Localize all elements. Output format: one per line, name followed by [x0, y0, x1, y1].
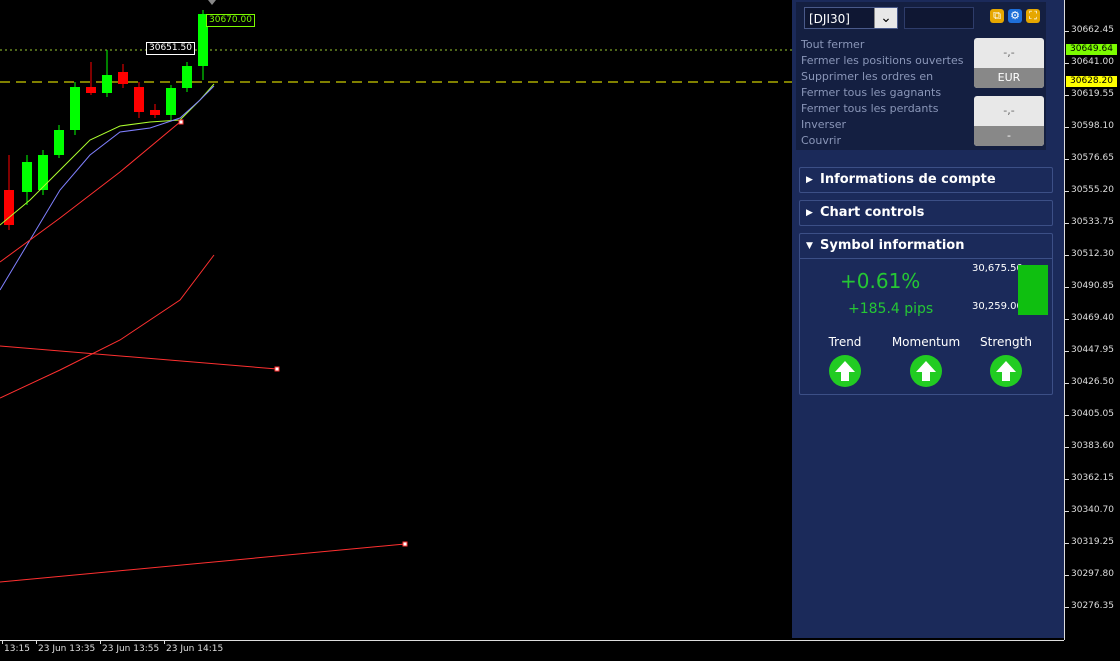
last-price-label: 30670.00 — [206, 14, 255, 27]
points-box: -,- - — [974, 96, 1044, 146]
section-chart-controls-title: Chart controls — [820, 205, 925, 220]
section-symbol-info[interactable]: ▼ Symbol information +0.61% +185.4 pips 3… — [799, 233, 1053, 395]
up-arrow-icon — [910, 355, 942, 387]
range-bar-fill — [1018, 265, 1048, 315]
copy-icon[interactable]: ⧉ — [990, 9, 1004, 23]
price-tick-label: 30576.65 — [1065, 153, 1114, 163]
points-value: -,- — [1003, 104, 1015, 117]
profit-value: -,- — [1003, 46, 1015, 59]
caret-down-icon: ▼ — [806, 241, 813, 251]
change-pips: +185.4 pips — [848, 301, 934, 317]
price-tick-label: 30641.00 — [1065, 57, 1114, 67]
trend-anchor-point — [178, 119, 184, 125]
gear-icon[interactable]: ⚙ — [1008, 9, 1022, 23]
price-tick-label: 30490.85 — [1065, 281, 1114, 291]
range-low: 30,259.00 — [972, 301, 1023, 312]
trade-panel: [DJI30] ⌄ ⧉ ⚙ ⛶ Tout fermer Fermer les p… — [792, 0, 1064, 638]
price-tick-label: 30276.35 — [1065, 601, 1114, 611]
price-tick-label: 30340.70 — [1065, 505, 1114, 515]
candle-body — [86, 87, 96, 93]
price-tick-label: 30426.50 — [1065, 377, 1114, 387]
price-tick-label: 30619.55 — [1065, 89, 1114, 99]
candle-body — [70, 87, 80, 130]
last-candle-marker-icon — [208, 0, 216, 5]
section-account-title: Informations de compte — [820, 172, 996, 187]
symbol-info-body: +0.61% +185.4 pips 30,675.50 30,259.00 T… — [800, 258, 1052, 389]
candle-body — [150, 110, 160, 115]
caret-right-icon: ▶ — [806, 175, 813, 185]
fast-moving-average — [0, 83, 215, 226]
price-tick-label: 30383.60 — [1065, 441, 1114, 451]
up-arrow-icon — [829, 355, 861, 387]
section-symbol-info-title: Symbol information — [820, 238, 965, 253]
section-chart-controls[interactable]: ▶ Chart controls — [799, 200, 1053, 226]
menu-close-losers[interactable]: Fermer tous les perdants — [801, 102, 938, 115]
candle-body — [182, 66, 192, 88]
trend-line-middle — [0, 345, 278, 370]
quantity-input[interactable] — [904, 7, 974, 29]
time-axis[interactable]: 13:15 23 Jun 13:35 23 Jun 13:55 23 Jun 14:1… — [0, 640, 1064, 661]
order-toolbar: [DJI30] ⌄ ⧉ ⚙ ⛶ Tout fermer Fermer les p… — [796, 2, 1046, 150]
candle-body — [4, 190, 14, 225]
trend-anchor-point — [402, 541, 408, 547]
price-tick-label: 30533.75 — [1065, 217, 1114, 227]
trend-line-lower — [0, 543, 406, 583]
price-tick-label: 30297.80 — [1065, 569, 1114, 579]
time-tick-label: 13:15 — [2, 640, 30, 654]
profit-box: -,- EUR — [974, 38, 1044, 88]
candle-body — [118, 72, 128, 84]
trend-curve — [0, 254, 215, 399]
ask-price-tag: 30628.20 — [1066, 76, 1117, 87]
candle-body — [166, 88, 176, 115]
points-unit: - — [974, 126, 1044, 146]
candle-body — [54, 130, 64, 155]
time-tick-label: 23 Jun 14:15 — [163, 640, 224, 654]
price-tick-label: 30319.25 — [1065, 537, 1114, 547]
price-axis[interactable]: 30662.45 30641.00 30619.55 30598.10 30576.65… — [1064, 0, 1120, 640]
candle-body — [134, 87, 144, 112]
symbol-select[interactable]: [DJI30] ⌄ — [804, 7, 898, 29]
bid-price-tag: 30649.64 — [1066, 44, 1117, 55]
menu-close-winners[interactable]: Fermer tous les gagnants — [801, 86, 941, 99]
candle-body — [22, 162, 32, 192]
range-bar — [1018, 265, 1048, 315]
time-tick-label: 23 Jun 13:55 — [99, 640, 160, 654]
profit-currency: EUR — [974, 68, 1044, 88]
time-tick-label: 23 Jun 13:35 — [35, 640, 96, 654]
price-tick-label: 30555.20 — [1065, 185, 1114, 195]
price-tick-label: 30405.05 — [1065, 409, 1114, 419]
price-marker-label: 30651.50 — [146, 42, 195, 55]
price-tick-label: 30362.15 — [1065, 473, 1114, 483]
candle-body — [38, 155, 48, 190]
up-arrow-icon — [990, 355, 1022, 387]
menu-reverse[interactable]: Inverser — [801, 118, 846, 131]
menu-delete-orders[interactable]: Supprimer les ordres en — [801, 70, 933, 83]
indicator-trend-label: Trend — [828, 335, 862, 349]
range-high: 30,675.50 — [972, 263, 1023, 274]
change-percent: +0.61% — [840, 269, 921, 293]
chevron-down-icon[interactable]: ⌄ — [874, 8, 897, 28]
price-tick-label: 30447.95 — [1065, 345, 1114, 355]
slow-moving-average — [0, 85, 215, 291]
expand-icon[interactable]: ⛶ — [1026, 9, 1040, 23]
price-tick-label: 30512.30 — [1065, 249, 1114, 259]
menu-hedge[interactable]: Couvrir — [801, 134, 841, 147]
indicator-momentum-label: Momentum — [891, 335, 961, 349]
menu-close-all[interactable]: Tout fermer — [801, 38, 864, 51]
price-tick-label: 30662.45 — [1065, 25, 1114, 35]
trend-anchor-point — [274, 366, 280, 372]
menu-close-open-positions[interactable]: Fermer les positions ouvertes — [801, 54, 964, 67]
caret-right-icon: ▶ — [806, 208, 813, 218]
price-tick-label: 30469.40 — [1065, 313, 1114, 323]
section-account-info[interactable]: ▶ Informations de compte — [799, 167, 1053, 193]
candle-body — [102, 75, 112, 93]
price-tick-label: 30598.10 — [1065, 121, 1114, 131]
symbol-select-value: [DJI30] — [809, 12, 850, 26]
indicator-strength-label: Strength — [980, 335, 1032, 349]
